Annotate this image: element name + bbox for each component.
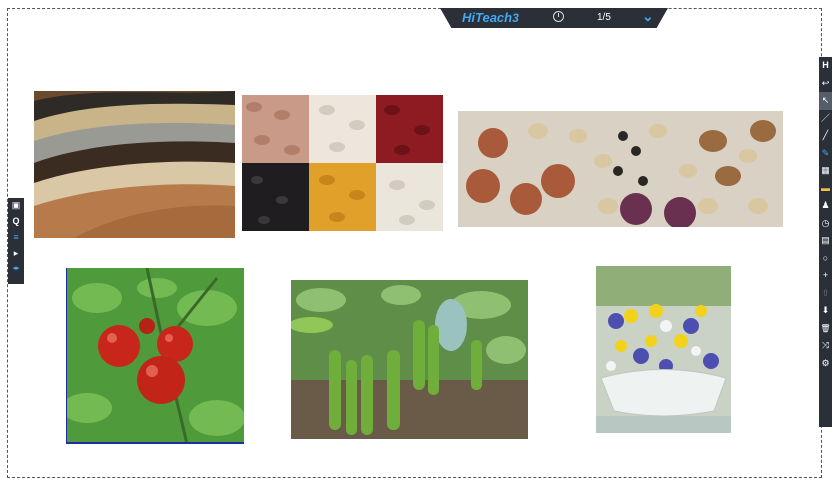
chevron-down-icon[interactable]: ⌄ <box>642 8 654 25</box>
clock-icon[interactable] <box>553 11 564 22</box>
arrows-icon[interactable]: ◂▸ <box>12 262 19 278</box>
bulbs-image[interactable] <box>458 111 783 227</box>
tomatoes-image[interactable] <box>66 268 244 444</box>
broad-beans-image[interactable] <box>291 280 528 439</box>
settings-icon[interactable]: ⚙ <box>819 355 832 373</box>
highlighter-icon[interactable]: ✎ <box>819 145 832 163</box>
brand-logo: HiTeach3 <box>462 10 519 25</box>
zoom-icon[interactable]: ○ <box>819 250 832 268</box>
upload-icon[interactable]: ⇧ <box>819 285 832 303</box>
random-icon[interactable]: ⤨ <box>819 337 832 355</box>
beans-grid-image[interactable] <box>242 95 443 231</box>
trash-icon[interactable]: 🗑 <box>819 320 832 338</box>
marker-icon[interactable]: ╱ <box>819 127 832 145</box>
timer-icon[interactable]: ◷ <box>819 215 832 233</box>
right-toolbar: H ↩ ↖ ／ ╱ ✎ ▦ ▬ ♟ ◷ ▤ ○ + ⇧ ⬇ 🗑 ⤨ ⚙ <box>819 57 832 427</box>
image-icon[interactable]: ▣ <box>12 198 21 214</box>
quiz-icon[interactable]: Q <box>12 214 19 230</box>
flower-pot-image[interactable] <box>596 266 731 433</box>
undo-icon[interactable]: ↩ <box>819 75 832 93</box>
grid-icon[interactable]: ▦ <box>819 162 832 180</box>
pen-icon[interactable]: ／ <box>819 110 832 128</box>
left-toolbar: ▣ Q ≡ ▸ ◂▸ <box>8 198 24 284</box>
toolbar-title: H <box>822 60 829 70</box>
eraser-icon[interactable]: ▬ <box>819 180 832 198</box>
page-indicator[interactable]: 1/5 <box>597 12 611 23</box>
chart-icon[interactable]: ▤ <box>819 232 832 250</box>
play-icon[interactable]: ▸ <box>14 246 19 262</box>
download-icon[interactable]: ⬇ <box>819 302 832 320</box>
seed-layers-image[interactable] <box>34 91 235 238</box>
hiteach-top-bar: HiTeach3 1/5 ⌄ <box>440 8 668 28</box>
pointer-icon[interactable]: ↖ <box>819 92 832 110</box>
menu-icon[interactable]: ≡ <box>13 230 18 246</box>
add-icon[interactable]: + <box>819 267 832 285</box>
group-icon[interactable]: ♟ <box>819 197 832 215</box>
